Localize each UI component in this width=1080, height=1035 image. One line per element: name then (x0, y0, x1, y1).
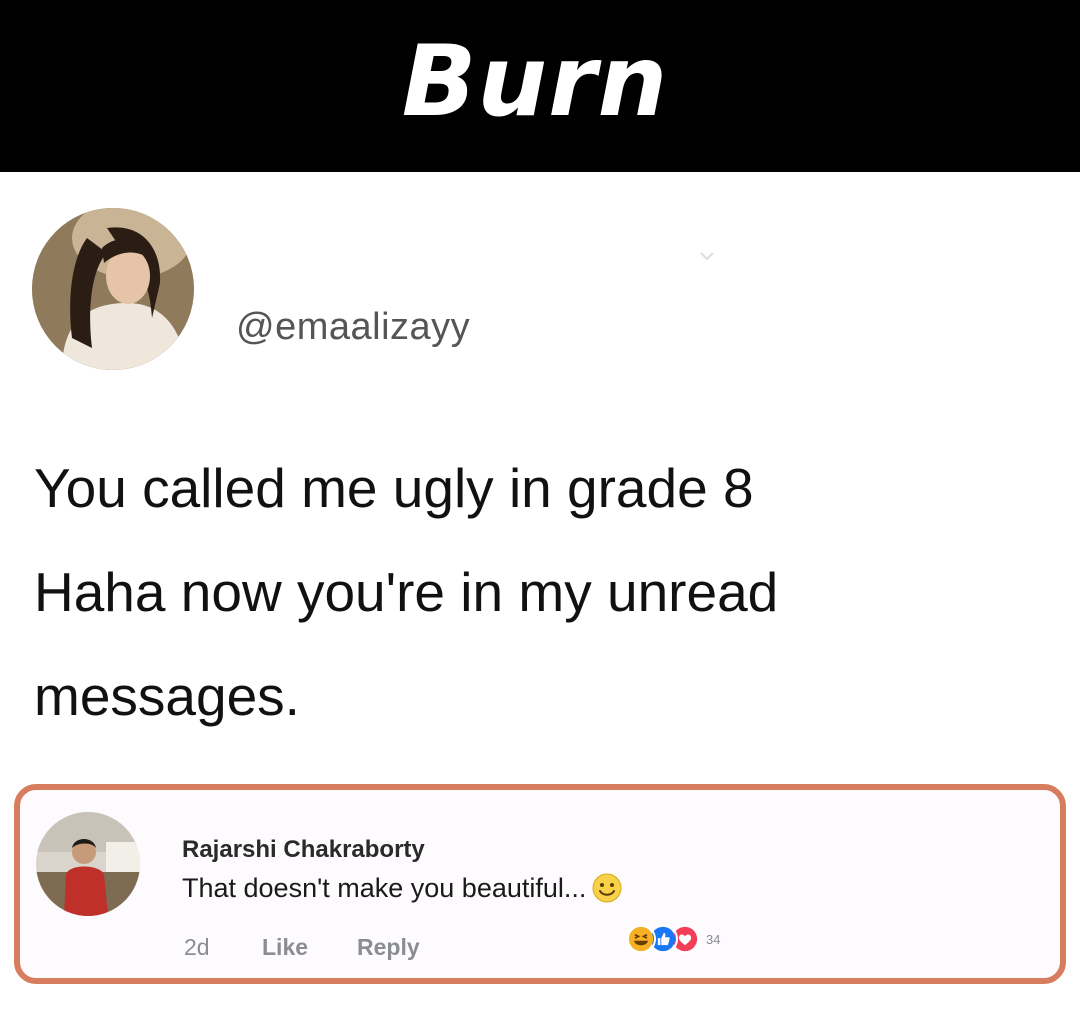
like-button[interactable]: Like (262, 934, 308, 961)
avatar-photo-icon (32, 208, 194, 370)
post-avatar[interactable] (32, 208, 194, 370)
comment-text-body: That doesn't make you beautiful... (182, 873, 587, 903)
reaction-summary[interactable]: 34 (626, 924, 720, 954)
post-text: You called me ugly in grade 8 Haha now y… (34, 436, 1074, 748)
banner-title: Burn (401, 25, 669, 139)
chevron-down-icon[interactable] (700, 252, 714, 260)
comment-avatar[interactable] (36, 812, 140, 916)
reaction-count: 34 (706, 931, 721, 947)
reply-button[interactable]: Reply (357, 934, 420, 961)
comment-timestamp: 2d (184, 934, 210, 960)
post-text-line: You called me ugly in grade 8 (34, 457, 754, 519)
avatar-photo-icon (36, 812, 140, 916)
comment-text: That doesn't make you beautiful... (182, 873, 622, 904)
comment-author[interactable]: Rajarshi Chakraborty (182, 836, 425, 864)
post-text-line: Haha now you're in my unread (34, 561, 779, 623)
post-handle[interactable]: @emaalizayy (236, 306, 470, 349)
smile-emoji-icon (592, 873, 622, 903)
meme-banner: Burn (0, 0, 1080, 172)
haha-emoji-icon (626, 924, 656, 954)
post-text-line: messages. (34, 665, 300, 727)
